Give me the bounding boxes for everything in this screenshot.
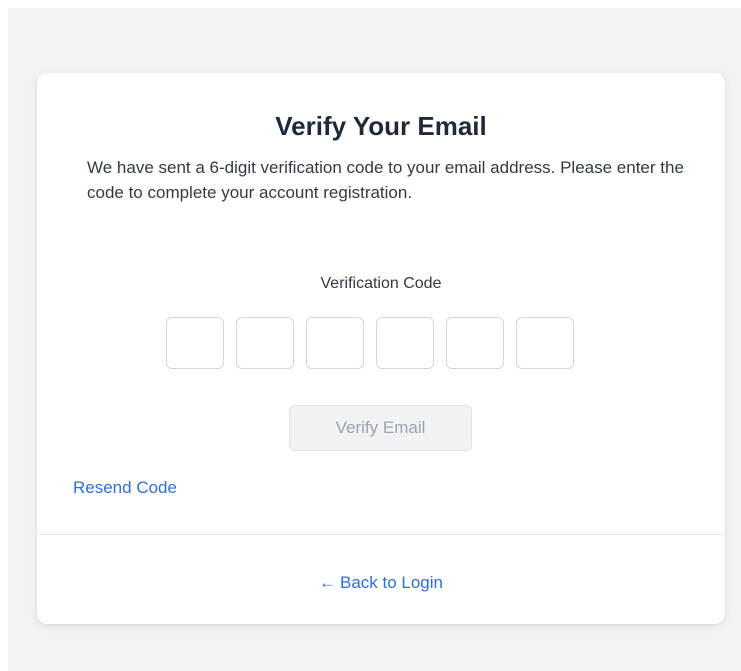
verification-code-inputs: [166, 317, 574, 373]
back-to-login-link[interactable]: ← Back to Login: [37, 573, 725, 593]
code-digit-4-input[interactable]: [376, 317, 434, 369]
code-digit-3-input[interactable]: [306, 317, 364, 369]
verify-email-button[interactable]: Verify Email: [289, 405, 472, 451]
verification-code-label: Verification Code: [320, 275, 442, 292]
page-title: Verify Your Email: [275, 111, 487, 141]
card-divider: [37, 534, 725, 535]
verification-description: We have sent a 6-digit verification code…: [87, 158, 684, 202]
code-digit-6-input[interactable]: [516, 317, 574, 369]
back-to-login-label: Back to Login: [339, 573, 443, 592]
resend-code-link[interactable]: Resend Code: [73, 478, 177, 498]
code-digit-5-input[interactable]: [446, 317, 504, 369]
verify-email-card: Verify Your Email We have sent a 6-digit…: [37, 73, 725, 624]
code-digit-1-input[interactable]: [166, 317, 224, 369]
arrow-left-icon: ←: [318, 573, 336, 592]
code-digit-2-input[interactable]: [236, 317, 294, 369]
